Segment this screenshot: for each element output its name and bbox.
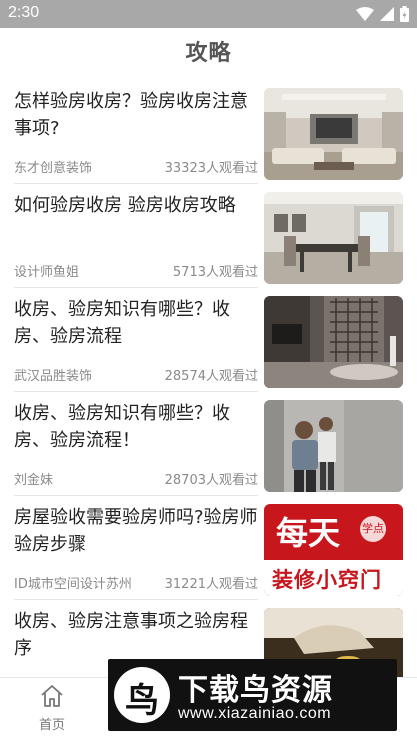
article-title: 怎样验房收房？验房收房注意事项? [14, 91, 248, 139]
article-item[interactable]: 如何验房收房 验房收房攻略 设计师鱼姐 5713人观看过 [0, 184, 417, 288]
page-title: 攻略 [185, 41, 232, 66]
battery-icon [400, 6, 409, 22]
article-meta: 东才创意装饰 33323人观看过 [14, 157, 258, 176]
article-views: 33323人观看过 [164, 161, 258, 176]
article-views: 28574人观看过 [164, 369, 258, 384]
wifi-icon [356, 7, 374, 21]
article-item[interactable]: 收房、验房知识有哪些？收房、验房流程！ 刘金妹 28703人观看过 [0, 392, 417, 496]
dining-room-photo[interactable] [264, 192, 403, 284]
red-poster[interactable]: 每天 学点 装修小窍门 [264, 504, 403, 596]
article-title: 收房、验房知识有哪些？收房、验房流程 [14, 299, 230, 347]
article-meta: 刘金妹 28703人观看过 [14, 469, 258, 488]
living-room-photo[interactable] [264, 88, 403, 180]
article-title: 收房、验房注意事项之验房程序 [14, 611, 248, 659]
status-bar: 2:30 [0, 0, 417, 28]
home-icon [41, 685, 63, 707]
article-views: 28703人观看过 [164, 473, 258, 488]
status-icons [356, 6, 409, 22]
article-item[interactable]: 房屋验收需要验房师吗?验房师验房步骤 ID城市空间设计苏州 31221人观看过 … [0, 496, 417, 600]
watermark-title: 下载鸟资源 [178, 673, 333, 708]
article-title: 收房、验房知识有哪些？收房、验房流程！ [14, 403, 230, 451]
article-text: 收房、验房知识有哪些？收房、验房流程！ 刘金妹 28703人观看过 [14, 400, 258, 488]
tab-home-label: 首页 [38, 718, 65, 733]
article-views: 5713人观看过 [172, 265, 258, 280]
article-title: 如何验房收房 验房收房攻略 [14, 195, 236, 216]
article-title: 房屋验收需要验房师吗?验房师验房步骤 [14, 507, 258, 555]
article-text: 怎样验房收房？验房收房注意事项? 东才创意装饰 33323人观看过 [14, 88, 258, 176]
signal-icon [380, 7, 394, 21]
watermark-logo-char: 鸟 [125, 681, 159, 721]
article-author: ID城市空间设计苏州 [14, 577, 132, 592]
poster-bottom-text: 装修小窍门 [272, 568, 382, 592]
article-meta: 设计师鱼姐 5713人观看过 [14, 261, 258, 280]
article-author: 设计师鱼姐 [14, 265, 80, 280]
inspection-workers-photo[interactable] [264, 400, 403, 492]
watermark-url: www.xiazainiao.com [178, 705, 332, 722]
article-text: 房屋验收需要验房师吗?验房师验房步骤 ID城市空间设计苏州 31221人观看过 [14, 504, 258, 592]
article-item[interactable]: 收房、验房知识有哪些？收房、验房流程 武汉品胜装饰 28574人观看过 [0, 288, 417, 392]
article-author: 东才创意装饰 [14, 161, 93, 176]
tab-home[interactable]: 首页 [22, 684, 82, 733]
watermark-banner: 鸟 下载鸟资源 www.xiazainiao.com [108, 659, 397, 731]
poster-main-text: 每天 [276, 514, 341, 552]
status-time: 2:30 [8, 4, 40, 21]
article-item[interactable]: 怎样验房收房？验房收房注意事项? 东才创意装饰 33323人观看过 [0, 80, 417, 184]
article-meta: 武汉品胜装饰 28574人观看过 [14, 365, 258, 384]
article-author: 武汉品胜装饰 [14, 369, 93, 384]
article-author: 刘金妹 [14, 473, 54, 488]
watermark-logo: 鸟 [114, 667, 170, 723]
article-views: 31221人观看过 [164, 577, 258, 592]
interior-partition-photo[interactable] [264, 296, 403, 388]
article-meta: ID城市空间设计苏州 31221人观看过 [14, 573, 258, 592]
article-text: 如何验房收房 验房收房攻略 设计师鱼姐 5713人观看过 [14, 192, 258, 280]
article-text: 收房、验房知识有哪些？收房、验房流程 武汉品胜装饰 28574人观看过 [14, 296, 258, 384]
header: 攻略 [0, 28, 417, 80]
poster-badge: 学点 [360, 516, 386, 542]
